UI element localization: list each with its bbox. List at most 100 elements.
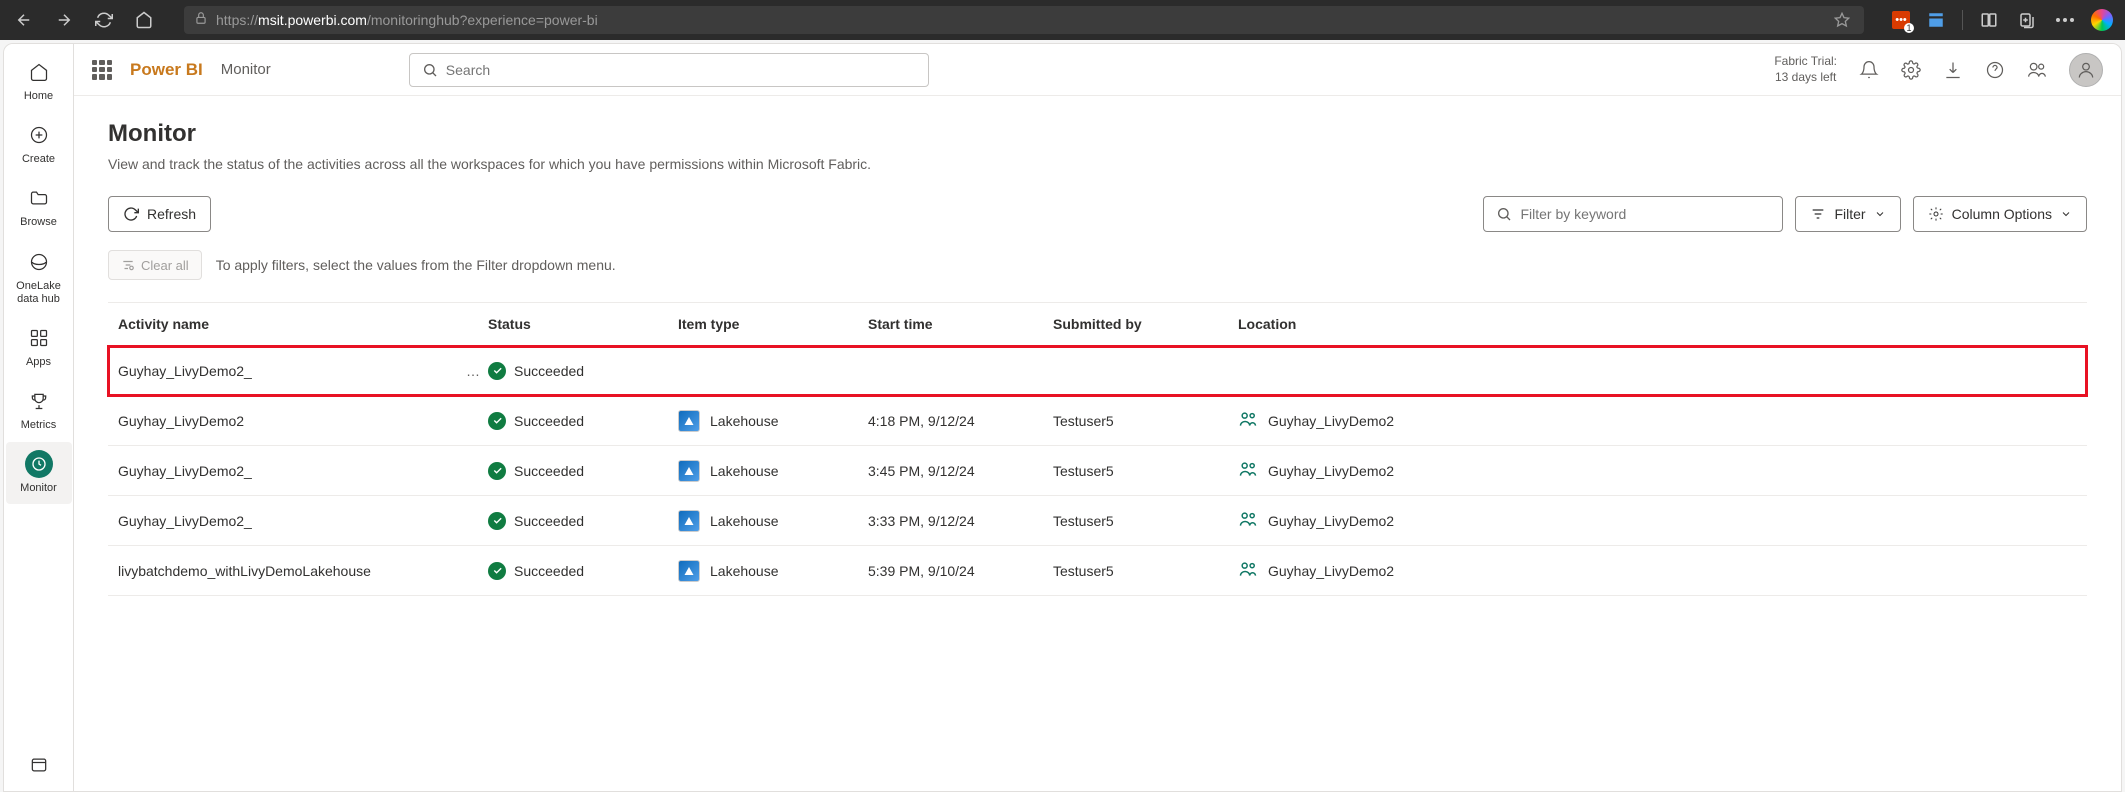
refresh-button[interactable]: Refresh [108, 196, 211, 232]
submitted-by-text: Testuser5 [1053, 463, 1238, 479]
workspace-icon [1238, 559, 1258, 582]
workspace-icon [1238, 409, 1258, 432]
start-time-text: 4:18 PM, 9/12/24 [868, 413, 1053, 429]
search-icon [1496, 206, 1512, 222]
lakehouse-icon [678, 460, 700, 482]
success-icon [488, 512, 506, 530]
feedback-icon[interactable] [2027, 60, 2047, 80]
lakehouse-icon [678, 510, 700, 532]
activity-name: livybatchdemo_withLivyDemoLakehouse [118, 563, 450, 579]
back-icon[interactable] [12, 8, 36, 32]
address-bar[interactable]: https://msit.powerbi.com/monitoringhub?e… [184, 6, 1864, 34]
brand-link[interactable]: Power BI [130, 60, 203, 80]
sidebar-item-label: Monitor [20, 482, 57, 495]
lakehouse-icon [678, 410, 700, 432]
table-header: Activity name Status Item type Start tim… [108, 302, 2087, 346]
sidebar-item-home[interactable]: Home [6, 50, 72, 111]
item-type-text: Lakehouse [710, 463, 779, 479]
trial-status: Fabric Trial: 13 days left [1774, 54, 1837, 85]
item-type-text: Lakehouse [710, 563, 779, 579]
sidebar-item-monitor[interactable]: Monitor [6, 442, 72, 503]
col-status[interactable]: Status [488, 316, 678, 332]
location-text: Guyhay_LivyDemo2 [1268, 413, 1394, 429]
col-submitted-by[interactable]: Submitted by [1053, 316, 1238, 332]
success-icon [488, 412, 506, 430]
filter-hint: To apply filters, select the values from… [216, 257, 616, 273]
col-activity[interactable]: Activity name [118, 316, 488, 332]
copilot-icon[interactable] [2091, 9, 2113, 31]
status-text: Succeeded [514, 363, 584, 379]
workspace-icon [1238, 459, 1258, 482]
clear-icon [121, 258, 135, 272]
location-text: Guyhay_LivyDemo2 [1268, 563, 1394, 579]
header-bar: Power BI Monitor Fabric Trial: 13 days l… [74, 44, 2121, 96]
notifications-icon[interactable] [1859, 60, 1879, 80]
table-row[interactable]: Guyhay_LivyDemo2_ … Succeeded Lakehouse … [108, 346, 2087, 396]
sidebar-item-workspaces[interactable] [6, 743, 72, 791]
item-type-text: Lakehouse [710, 513, 779, 529]
split-screen-icon[interactable] [1977, 8, 2001, 32]
download-icon[interactable] [1943, 60, 1963, 80]
sidebar-item-label: Create [22, 153, 55, 166]
sidebar-item-metrics[interactable]: Metrics [6, 379, 72, 440]
item-type-text: Lakehouse [710, 413, 779, 429]
activities-table: Activity name Status Item type Start tim… [108, 302, 2087, 596]
clear-all-button: Clear all [108, 250, 202, 280]
global-search[interactable] [409, 53, 929, 87]
submitted-by-text: Testuser5 [1053, 413, 1238, 429]
sidebar-item-onelake[interactable]: OneLake data hub [6, 240, 72, 314]
status-text: Succeeded [514, 563, 584, 579]
breadcrumb: Monitor [221, 61, 271, 78]
sidebar: Home Create Browse OneLake data hub Apps… [4, 44, 74, 791]
lakehouse-icon [678, 560, 700, 582]
app-launcher-icon[interactable] [92, 60, 112, 80]
chevron-down-icon [1874, 208, 1886, 220]
sidebar-item-apps[interactable]: Apps [6, 316, 72, 377]
favorite-icon[interactable] [1830, 8, 1854, 32]
trophy-icon [25, 387, 53, 415]
extension-badge-icon[interactable]: ••• [1892, 11, 1910, 29]
col-item-type[interactable]: Item type [678, 316, 868, 332]
activity-name: Guyhay_LivyDemo2_ [118, 363, 450, 379]
success-icon [488, 462, 506, 480]
refresh-icon [123, 206, 139, 222]
apps-icon [25, 324, 53, 352]
browser-chrome: https://msit.powerbi.com/monitoringhub?e… [0, 0, 2125, 40]
start-time-text: 3:33 PM, 9/12/24 [868, 513, 1053, 529]
submitted-by-text: Testuser5 [1053, 563, 1238, 579]
search-icon [422, 62, 438, 78]
avatar[interactable] [2069, 53, 2103, 87]
start-time-text: 5:39 PM, 9/10/24 [868, 563, 1053, 579]
table-row[interactable]: livybatchdemo_withLivyDemoLakehouse … Su… [108, 546, 2087, 596]
sidebar-item-browse[interactable]: Browse [6, 176, 72, 237]
location-text: Guyhay_LivyDemo2 [1268, 513, 1394, 529]
extension-icon[interactable] [1924, 8, 1948, 32]
column-options-button[interactable]: Column Options [1913, 196, 2087, 232]
search-input[interactable] [446, 62, 916, 78]
collections-icon[interactable] [2015, 8, 2039, 32]
col-location[interactable]: Location [1238, 316, 2077, 332]
row-more-icon[interactable]: … [458, 363, 488, 379]
plus-circle-icon [25, 121, 53, 149]
reload-icon[interactable] [92, 8, 116, 32]
table-row[interactable]: Guyhay_LivyDemo2_ … Succeeded Lakehouse … [108, 446, 2087, 496]
success-icon [488, 362, 506, 380]
home-icon[interactable] [132, 8, 156, 32]
submitted-by-text: Testuser5 [1053, 513, 1238, 529]
settings-icon[interactable] [1901, 60, 1921, 80]
table-row[interactable]: Guyhay_LivyDemo2 … Succeeded Lakehouse 4… [108, 396, 2087, 446]
help-icon[interactable] [1985, 60, 2005, 80]
filter-button[interactable]: Filter [1795, 196, 1900, 232]
table-row[interactable]: Guyhay_LivyDemo2_ … Succeeded Lakehouse … [108, 496, 2087, 546]
sidebar-item-label: Browse [20, 216, 57, 229]
col-start-time[interactable]: Start time [868, 316, 1053, 332]
sidebar-item-create[interactable]: Create [6, 113, 72, 174]
filter-keyword-input[interactable] [1483, 196, 1783, 232]
activity-name: Guyhay_LivyDemo2_ [118, 463, 450, 479]
workspace-icon [25, 751, 53, 779]
more-icon[interactable] [2053, 8, 2077, 32]
folder-icon [25, 184, 53, 212]
status-text: Succeeded [514, 513, 584, 529]
gear-icon [1928, 206, 1944, 222]
forward-icon[interactable] [52, 8, 76, 32]
